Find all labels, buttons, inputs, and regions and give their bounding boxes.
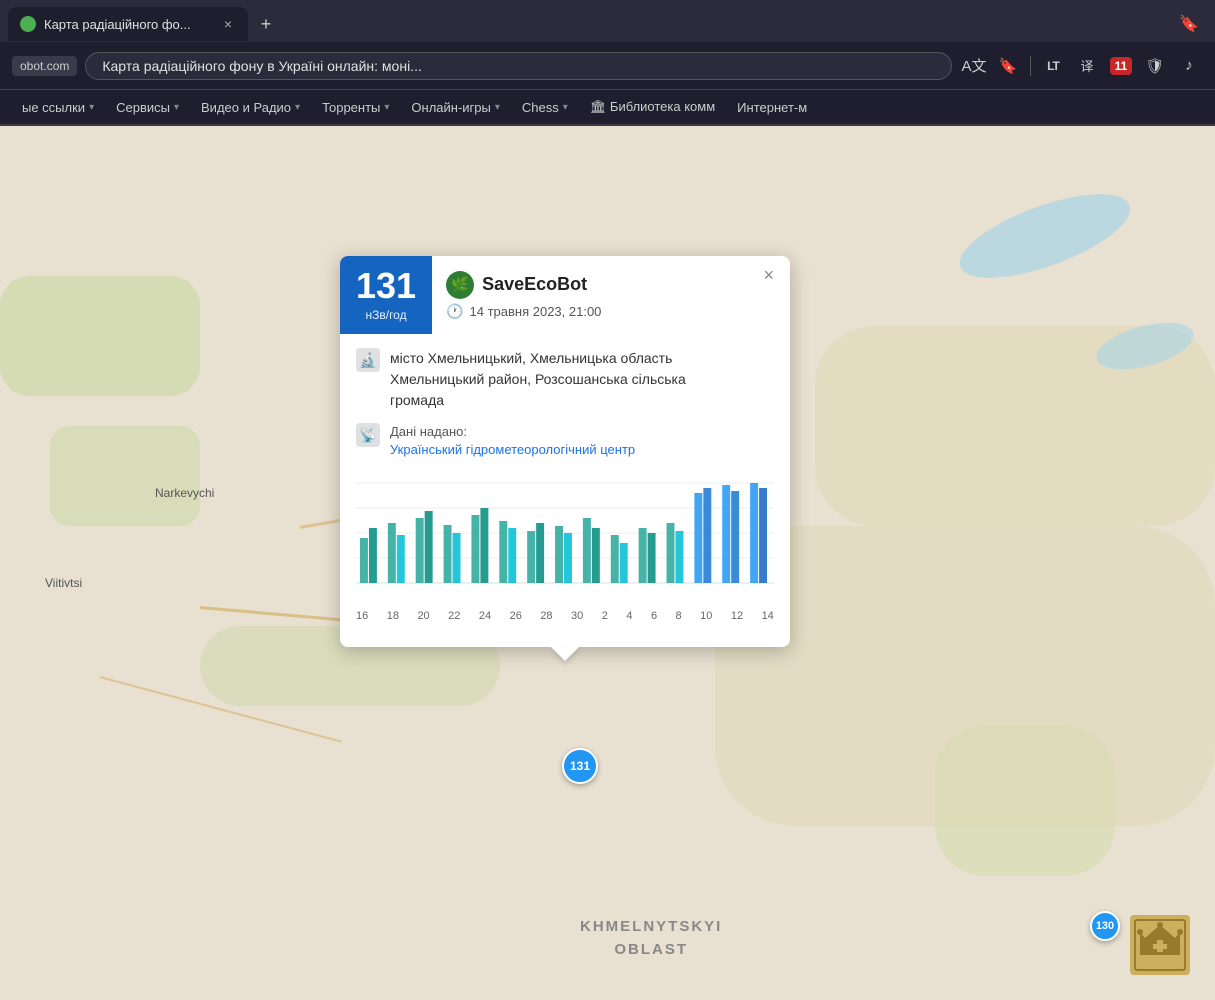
chart-x-labels: 16 18 20 22 24 26 28 30 2 4 6 8 10 12 14 [356,608,774,622]
nav-item-chess[interactable]: Chess ▾ [512,96,578,119]
music-icon[interactable]: ♪ [1175,52,1203,80]
shield-icon[interactable]: 🛡 [1141,52,1169,80]
place-label-narkevychi: Narkevychi [155,486,214,500]
nav-item-biblioteka[interactable]: 🏛 Библиотека комм [580,95,725,119]
bookmark-icon[interactable]: 🔖 [994,52,1022,80]
toolbar-icons: A文 🔖 LT 译 11 🛡 ♪ [960,52,1203,80]
popup-value-box: 131 нЗв/год [340,256,432,334]
chevron-icon: ▾ [174,102,179,113]
site-badge: obot.com [12,56,77,76]
nav-item-internet[interactable]: Интернет-м [727,96,817,119]
tab-favicon [20,16,36,32]
popup-location-row: 🔬 місто Хмельницький, Хмельницька област… [356,348,774,411]
chevron-icon: ▾ [295,102,300,113]
extension-badge-icon[interactable]: 11 [1107,52,1135,80]
address-input[interactable] [85,52,952,80]
text-size-icon[interactable]: A文 [960,52,988,80]
terrain-forest-1 [0,276,200,396]
terrain-forest-2 [50,426,200,526]
nav-item-online-games[interactable]: Онлайн-игры ▾ [401,96,510,119]
popup-body: 🔬 місто Хмельницький, Хмельницька област… [340,334,790,647]
chevron-icon: ▾ [384,102,389,113]
popup-title-area: 🌿 SaveEcoBot 🕐 14 травня 2023, 21:00 [432,256,790,334]
popup-data-source-row: 📡 Дані надано: Український гідрометеорол… [356,423,774,459]
popup-data-label: Дані надано: [390,424,467,439]
reader-mode-icon[interactable]: LT [1039,52,1067,80]
popup-unit: нЗв/год [365,308,406,322]
map-area[interactable]: Narkevychi Viitivtsi KHMELNYTSKYIOBLAST … [0,126,1215,1000]
popup-data-source-link[interactable]: Український гідрометеорологічний центр [390,442,635,457]
address-bar: obot.com A文 🔖 LT 译 11 🛡 ♪ [0,42,1215,90]
browser-chrome: Карта радіаційного фо... × + 🔖 obot.com … [0,0,1215,126]
info-popup: 131 нЗв/год 🌿 SaveEcoBot 🕐 14 травня 202… [340,256,790,647]
tab-bar-bookmark-icon[interactable]: 🔖 [1179,14,1199,34]
popup-close-button[interactable]: × [757,264,780,286]
popup-location: місто Хмельницький, Хмельницька область … [390,348,686,411]
map-marker-130-right[interactable]: 130 [1090,911,1120,941]
nav-item-ssylki[interactable]: ые ссылки ▾ [12,96,104,119]
region-label: KHMELNYTSKYIOBLAST [580,916,722,961]
popup-triangle [551,647,579,661]
chevron-icon: ▾ [495,102,500,113]
sensor-icon: 🔬 [356,348,380,372]
terrain-field-2 [715,526,1215,826]
map-watermark [1125,910,1195,980]
map-marker-131-main[interactable]: 131 [562,748,598,784]
tab-close-button[interactable]: × [220,14,236,34]
chevron-icon: ▾ [563,102,568,113]
data-source-icon: 📡 [356,423,380,447]
nav-bar: ые ссылки ▾ Сервисы ▾ Видео и Радио ▾ То… [0,90,1215,126]
place-label-viitivtsi: Viitivtsi [45,576,82,590]
active-tab[interactable]: Карта радіаційного фо... × [8,7,248,41]
tab-title: Карта радіаційного фо... [44,17,212,32]
popup-value: 131 [356,268,416,304]
chart-container: 16 18 20 22 24 26 28 30 2 4 6 8 10 12 14 [356,473,774,633]
popup-logo-icon: 🌿 [446,271,474,299]
chevron-icon: ▾ [89,102,94,113]
toolbar-divider-1 [1030,56,1031,76]
clock-icon: 🕐 [446,303,463,320]
translate-icon[interactable]: 译 [1073,52,1101,80]
popup-timestamp: 🕐 14 травня 2023, 21:00 [446,303,776,320]
nav-item-servisy[interactable]: Сервисы ▾ [106,96,189,119]
nav-item-torrenty[interactable]: Торренты ▾ [312,96,399,119]
popup-header: 131 нЗв/год 🌿 SaveEcoBot 🕐 14 травня 202… [340,256,790,334]
tab-bar: Карта радіаційного фо... × + 🔖 [0,0,1215,42]
bar-chart [356,473,774,603]
nav-item-video[interactable]: Видео и Радио ▾ [191,96,310,119]
popup-site-name: SaveEcoBot [482,274,587,295]
new-tab-button[interactable]: + [252,10,280,38]
